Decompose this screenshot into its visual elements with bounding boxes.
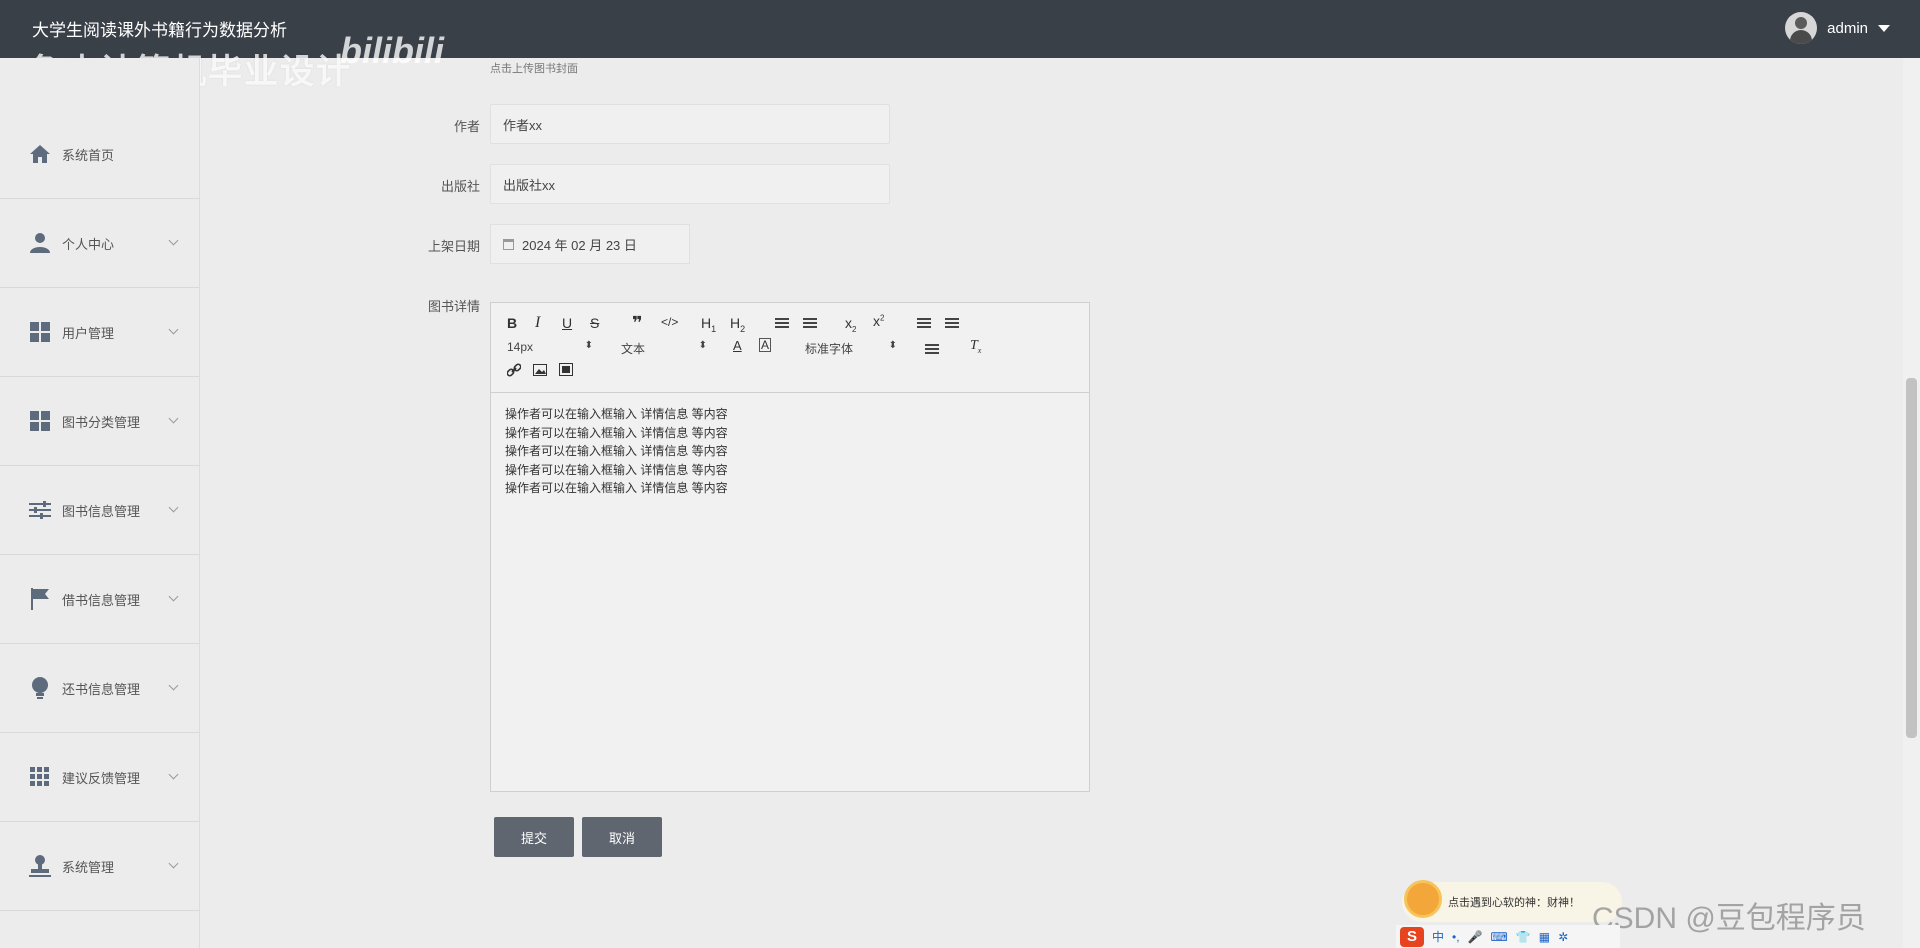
sidebar: 系统首页 个人中心 用户管理 图书分类管理 图书信息管理 借书信息管理 还书信息… bbox=[0, 58, 200, 948]
apps-icon bbox=[28, 765, 52, 789]
submit-button[interactable]: 提交 bbox=[494, 817, 574, 857]
outdent-icon[interactable] bbox=[917, 315, 931, 331]
sun-mascot-icon[interactable] bbox=[1404, 880, 1442, 918]
h1-button[interactable]: H1 bbox=[701, 315, 716, 334]
sidebar-item-book-category[interactable]: 图书分类管理 bbox=[0, 377, 199, 466]
sidebar-item-profile[interactable]: 个人中心 bbox=[0, 199, 199, 288]
username[interactable]: admin bbox=[1827, 20, 1868, 37]
home-icon bbox=[28, 142, 52, 166]
chevron-down-icon bbox=[168, 324, 179, 335]
font-size-select[interactable]: 14px ⬍ bbox=[507, 340, 593, 354]
calendar-icon bbox=[503, 238, 514, 250]
strike-button[interactable]: S bbox=[590, 315, 599, 331]
bullet-list-icon[interactable] bbox=[803, 315, 817, 331]
sidebar-item-label: 个人中心 bbox=[62, 236, 115, 252]
cover-upload-hint[interactable]: 点击上传图书封面 bbox=[490, 60, 578, 76]
editor-line: 操作者可以在输入框输入 详情信息 等内容 bbox=[505, 425, 728, 440]
chevron-down-icon bbox=[168, 591, 179, 602]
sidebar-item-system[interactable]: 系统管理 bbox=[0, 822, 199, 911]
publisher-label: 出版社 bbox=[440, 179, 480, 194]
sidebar-item-label: 系统管理 bbox=[62, 859, 115, 875]
avatar[interactable] bbox=[1785, 12, 1818, 44]
ime-toolbar[interactable]: S 中 •, 🎤 ⌨ 👕 ▦ ✲ bbox=[1396, 925, 1620, 948]
punctuation-icon[interactable]: •, bbox=[1452, 930, 1460, 944]
sidebar-item-label: 图书分类管理 bbox=[62, 414, 141, 430]
csdn-watermark: CSDN @豆包程序员 bbox=[1592, 902, 1866, 935]
background-color-button[interactable]: A bbox=[759, 338, 772, 352]
user-icon bbox=[28, 231, 52, 255]
subscript-button[interactable]: x2 bbox=[845, 315, 856, 334]
sidebar-item-label: 图书信息管理 bbox=[62, 503, 141, 519]
stamp-icon bbox=[28, 854, 52, 878]
keyboard-icon[interactable]: ⌨ bbox=[1491, 930, 1508, 944]
chevron-down-icon bbox=[168, 769, 179, 780]
chevron-down-icon bbox=[168, 413, 179, 424]
grid-icon bbox=[28, 320, 52, 344]
editor-line: 操作者可以在输入框输入 详情信息 等内容 bbox=[505, 481, 728, 495]
sidebar-item-label: 借书信息管理 bbox=[62, 592, 141, 608]
image-icon[interactable] bbox=[533, 363, 547, 379]
sidebar-item-feedback[interactable]: 建议反馈管理 bbox=[0, 733, 199, 822]
align-icon[interactable] bbox=[925, 341, 939, 357]
cancel-button[interactable]: 取消 bbox=[582, 817, 662, 857]
scroll-thumb[interactable] bbox=[1906, 378, 1917, 738]
chevron-down-icon bbox=[168, 858, 179, 869]
clear-format-icon[interactable]: Tx bbox=[970, 338, 981, 355]
rich-text-editor: B I U S ❞ </> H1 H2 x2 x2 14px ⬍ 文本 ⬍ A A … bbox=[490, 302, 1090, 792]
indent-icon[interactable] bbox=[945, 315, 959, 331]
sidebar-item-label: 用户管理 bbox=[62, 325, 115, 341]
editor-line: 操作者可以在输入框输入 详情信息 等内容 bbox=[505, 407, 728, 421]
sidebar-item-label: 建议反馈管理 bbox=[62, 770, 141, 786]
bold-button[interactable]: B bbox=[507, 315, 517, 331]
editor-line: 操作者可以在输入框输入 详情信息 等内容 bbox=[505, 444, 728, 458]
microphone-icon[interactable]: 🎤 bbox=[1468, 930, 1483, 944]
grid-icon bbox=[28, 409, 52, 433]
ime-mode[interactable]: 中 bbox=[1432, 928, 1444, 945]
editor-toolbar: B I U S ❞ </> H1 H2 x2 x2 14px ⬍ 文本 ⬍ A A … bbox=[491, 303, 1089, 393]
paragraph-select[interactable]: 文本 ⬍ bbox=[621, 340, 707, 357]
ordered-list-icon[interactable] bbox=[775, 315, 789, 331]
app-title: 大学生阅读课外书籍行为数据分析 bbox=[32, 21, 287, 40]
settings-icon[interactable]: ✲ bbox=[1558, 930, 1568, 944]
font-family-select[interactable]: 标准字体 ⬍ bbox=[805, 340, 897, 357]
sogou-logo-icon[interactable]: S bbox=[1400, 926, 1424, 947]
publisher-input[interactable]: 出版社xx bbox=[490, 164, 890, 204]
toolbox-icon[interactable]: ▦ bbox=[1539, 930, 1550, 944]
video-icon[interactable] bbox=[559, 363, 573, 379]
sliders-icon bbox=[28, 498, 52, 522]
chevron-down-icon bbox=[168, 502, 179, 513]
detail-label: 图书详情 bbox=[427, 299, 480, 314]
sidebar-item-home[interactable]: 系统首页 bbox=[0, 110, 199, 199]
italic-button[interactable]: I bbox=[535, 314, 540, 332]
code-icon[interactable]: </> bbox=[661, 315, 678, 329]
author-label: 作者 bbox=[453, 119, 480, 134]
flag-icon bbox=[28, 587, 52, 611]
sidebar-item-label: 系统首页 bbox=[62, 147, 115, 163]
sidebar-item-book-info[interactable]: 图书信息管理 bbox=[0, 466, 199, 555]
editor-content[interactable]: 操作者可以在输入框输入 详情信息 等内容 操作者可以在输入框输入 详情信息 等内… bbox=[491, 393, 1089, 510]
editor-line: 操作者可以在输入框输入 详情信息 等内容 bbox=[505, 462, 728, 477]
sidebar-item-label: 还书信息管理 bbox=[62, 681, 141, 697]
user-menu[interactable]: admin bbox=[1785, 12, 1890, 44]
date-label: 上架日期 bbox=[427, 239, 480, 254]
date-picker[interactable]: 2024 年 02 月 23 日 bbox=[490, 224, 690, 264]
font-color-button[interactable]: A bbox=[733, 338, 742, 353]
chevron-down-icon bbox=[168, 235, 179, 246]
chevron-down-icon bbox=[168, 680, 179, 691]
underline-button[interactable]: U bbox=[562, 315, 572, 331]
date-value: 2024 年 02 月 23 日 bbox=[522, 237, 637, 253]
sidebar-item-users[interactable]: 用户管理 bbox=[0, 288, 199, 377]
superscript-button[interactable]: x2 bbox=[873, 313, 884, 329]
bulb-icon bbox=[28, 676, 52, 700]
sidebar-item-borrow[interactable]: 借书信息管理 bbox=[0, 555, 199, 644]
caret-down-icon[interactable] bbox=[1878, 24, 1890, 32]
link-icon[interactable] bbox=[506, 363, 522, 380]
skin-icon[interactable]: 👕 bbox=[1516, 930, 1531, 944]
h2-button[interactable]: H2 bbox=[730, 315, 745, 334]
author-input[interactable]: 作者xx bbox=[490, 104, 890, 144]
bilibili-logo: bilibili bbox=[340, 30, 444, 71]
page-scrollbar[interactable] bbox=[1903, 58, 1920, 948]
sidebar-item-return[interactable]: 还书信息管理 bbox=[0, 644, 199, 733]
quote-icon[interactable]: ❞ bbox=[632, 313, 643, 334]
